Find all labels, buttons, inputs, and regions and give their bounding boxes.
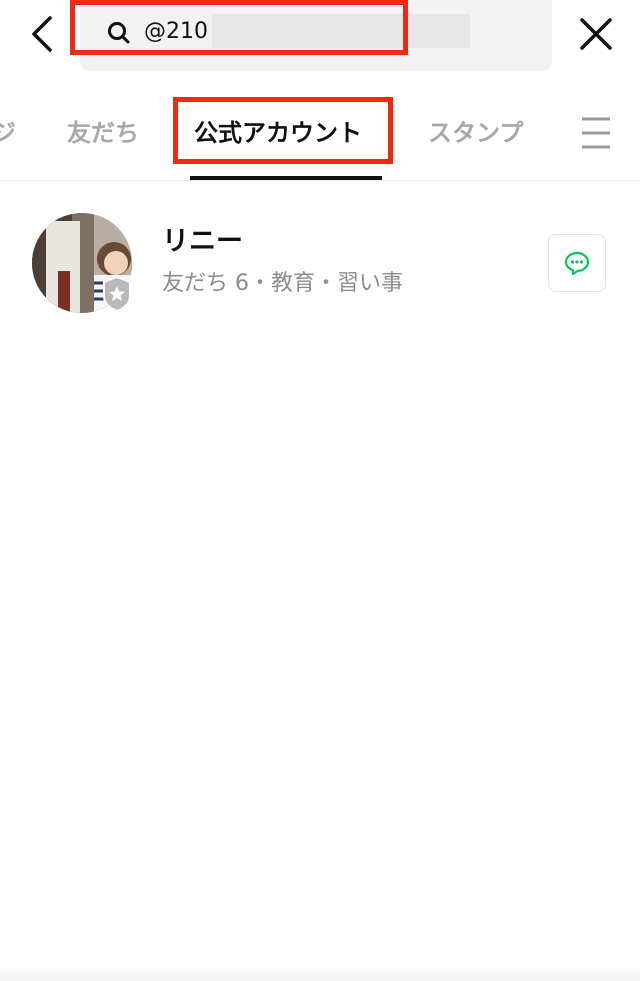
chevron-left-icon — [32, 16, 52, 52]
chat-button[interactable] — [548, 234, 606, 292]
list-item[interactable]: リニー 友だち 6・教育・習い事 — [0, 200, 640, 324]
chat-icon — [564, 251, 590, 275]
active-tab-indicator — [190, 176, 382, 180]
tab-partial[interactable]: ジ — [0, 92, 16, 180]
tab-friends[interactable]: 友だち — [67, 92, 139, 180]
search-field[interactable]: @210 — [80, 0, 552, 71]
close-icon — [580, 18, 612, 50]
search-input[interactable]: @210 — [144, 16, 208, 48]
close-button[interactable] — [572, 12, 620, 56]
back-button[interactable] — [22, 10, 62, 58]
redacted-query-mask — [212, 14, 470, 48]
tab-menu-button[interactable] — [538, 92, 640, 176]
search-header: @210 — [0, 0, 640, 90]
hamburger-icon — [582, 117, 610, 149]
tab-stickers[interactable]: スタンプ — [428, 92, 523, 180]
account-subtitle: 友だち 6・教育・習い事 — [162, 271, 403, 296]
tab-official-accounts[interactable]: 公式アカウント — [194, 92, 362, 180]
account-name: リニー — [162, 226, 243, 257]
official-star-shield-icon — [103, 276, 131, 312]
search-icon — [108, 22, 130, 44]
bottom-edge — [0, 966, 640, 981]
